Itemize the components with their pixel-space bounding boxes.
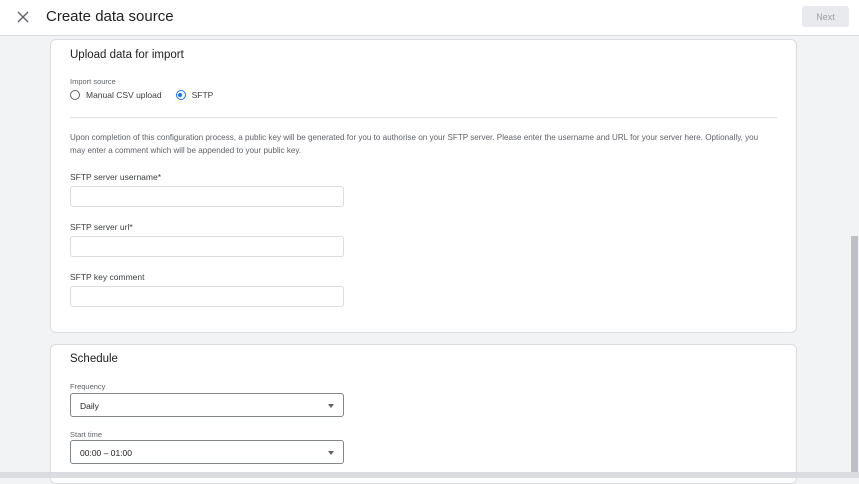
- sftp-url-label: SFTP server url*: [70, 222, 133, 232]
- radio-sftp[interactable]: SFTP: [175, 90, 214, 100]
- divider: [70, 117, 777, 118]
- radio-label: SFTP: [191, 90, 214, 100]
- radio-checked-icon: [175, 90, 186, 100]
- import-source-radio-group: Manual CSV upload SFTP: [70, 90, 227, 100]
- start-time-select[interactable]: 00:00 – 01:00: [70, 440, 344, 464]
- page-title: Create data source: [46, 8, 174, 25]
- frequency-select[interactable]: Daily: [70, 393, 344, 417]
- start-time-value: 00:00 – 01:00: [80, 448, 132, 458]
- sftp-username-label: SFTP server username*: [70, 172, 162, 182]
- close-icon: [17, 11, 29, 23]
- sftp-username-input[interactable]: [70, 186, 344, 207]
- sftp-key-comment-input[interactable]: [70, 286, 344, 307]
- import-source-label: Import source: [70, 77, 116, 86]
- scrollbar-thumb[interactable]: [851, 236, 858, 473]
- sftp-key-comment-label: SFTP key comment: [70, 272, 145, 282]
- top-bar: Create data source Next: [0, 0, 859, 36]
- bottom-edge: [0, 472, 859, 478]
- sftp-url-input[interactable]: [70, 236, 344, 257]
- frequency-value: Daily: [80, 401, 99, 411]
- frequency-label: Frequency: [70, 382, 106, 391]
- schedule-card: Schedule Frequency Daily Start time 00:0…: [50, 344, 797, 484]
- dropdown-arrow-icon: [328, 404, 334, 408]
- dropdown-arrow-icon: [328, 451, 334, 455]
- upload-card: Upload data for import Import source Man…: [50, 39, 797, 333]
- upload-card-title: Upload data for import: [70, 49, 184, 61]
- close-button[interactable]: [12, 6, 34, 28]
- start-time-label: Start time: [70, 430, 103, 439]
- radio-manual-csv-upload[interactable]: Manual CSV upload: [70, 90, 162, 100]
- radio-unchecked-icon: [70, 90, 80, 100]
- radio-label: Manual CSV upload: [86, 90, 162, 100]
- sftp-description: Upon completion of this configuration pr…: [70, 133, 759, 155]
- schedule-card-title: Schedule: [70, 353, 118, 365]
- next-button[interactable]: Next: [802, 6, 849, 27]
